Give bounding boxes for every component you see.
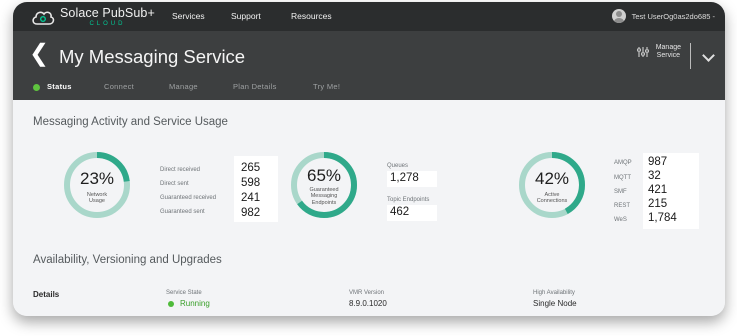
chevron-down-icon[interactable] xyxy=(702,49,715,62)
topic-endpoints-value: 462 xyxy=(390,206,410,218)
stat-label: MQTT xyxy=(614,175,631,181)
wes-value: 1,784 xyxy=(648,212,677,224)
chevron-left-icon[interactable]: ❮ xyxy=(29,42,49,66)
amqp-value: 987 xyxy=(648,156,668,168)
stat-label: AMQP xyxy=(614,160,632,166)
connections-label: Active Connections xyxy=(517,192,587,205)
vmr-version-value: 8.9.0.1020 xyxy=(349,299,387,308)
queues-value: 1,278 xyxy=(390,172,419,184)
status-content: Messaging Activity and Service Usage 23%… xyxy=(13,100,725,316)
mqtt-value: 32 xyxy=(648,170,661,182)
topic-endpoints-label: Topic Endpoints xyxy=(387,197,430,203)
manage-service-label: Manage Service xyxy=(656,44,681,60)
tab-status[interactable]: Status xyxy=(47,82,72,91)
connections-percent: 42% xyxy=(534,169,570,188)
brand-name: Solace PubSub+ xyxy=(60,6,155,21)
guaranteed-received-value: 241 xyxy=(241,192,261,204)
endpoints-label: Guaranteed Messaging Endpoints xyxy=(289,187,359,206)
tab-manage[interactable]: Manage xyxy=(169,82,198,91)
app-window: Solace PubSub+ CLOUD Services Support Re… xyxy=(13,2,725,316)
service-header: ❮ My Messaging Service Manage Service St… xyxy=(13,31,725,100)
status-dot-icon xyxy=(33,84,40,91)
rest-value: 215 xyxy=(648,198,668,210)
manage-label-line-1: Manage xyxy=(655,44,681,51)
endpoints-label-line-3: Endpoints xyxy=(311,199,337,206)
user-name: Test UserOg0as2do685 - xyxy=(631,11,715,21)
high-availability-value: Single Node xyxy=(533,299,577,308)
network-usage-percent: 23% xyxy=(79,169,115,188)
service-tabs: Status Connect Manage Plan Details Try M… xyxy=(13,75,725,100)
brand-sub: CLOUD xyxy=(89,20,126,27)
tab-connect[interactable]: Connect xyxy=(104,82,134,91)
nav-resources[interactable]: Resources xyxy=(291,11,332,21)
endpoints-percent: 65% xyxy=(306,166,342,185)
stat-label: WeS xyxy=(614,217,627,223)
network-usage-gauge: 23% Network Usage xyxy=(62,150,132,220)
tab-plan-details[interactable]: Plan Details xyxy=(233,82,277,91)
connections-gauge: 42% Active Connections xyxy=(517,150,587,220)
smf-value: 421 xyxy=(648,184,668,196)
activity-section-title: Messaging Activity and Service Usage xyxy=(33,116,228,128)
manage-service-button[interactable]: Manage Service xyxy=(636,44,681,60)
service-state-label: Service State xyxy=(166,290,202,296)
connections-label-line-2: Connections xyxy=(536,198,568,205)
stat-label: Guaranteed sent xyxy=(160,209,205,215)
queues-label: Queues xyxy=(387,163,409,169)
endpoints-gauge: 65% Guaranteed Messaging Endpoints xyxy=(289,150,359,220)
availability-section-title: Availability, Versioning and Upgrades xyxy=(33,254,222,266)
manage-label-line-2: Service xyxy=(656,52,681,60)
high-availability-label: High Availability xyxy=(533,290,575,296)
top-navigation-bar: Solace PubSub+ CLOUD Services Support Re… xyxy=(13,2,725,31)
running-status-icon xyxy=(168,301,174,307)
stat-label: SMF xyxy=(614,189,627,195)
sliders-icon xyxy=(636,47,649,58)
network-usage-label: Network Usage xyxy=(62,192,132,205)
details-heading: Details xyxy=(33,290,60,299)
nav-support[interactable]: Support xyxy=(231,11,261,21)
stat-label: Direct received xyxy=(160,167,201,173)
cloud-logo-icon xyxy=(32,11,55,25)
nav-services[interactable]: Services xyxy=(172,11,205,21)
user-menu[interactable]: Test UserOg0as2do685 - xyxy=(611,9,715,23)
page-title: My Messaging Service xyxy=(59,46,246,67)
stat-label: Direct sent xyxy=(160,181,189,187)
solace-logo[interactable]: Solace PubSub+ CLOUD xyxy=(31,6,155,28)
service-state-value: Running xyxy=(180,299,210,308)
direct-received-value: 265 xyxy=(241,162,261,174)
network-label-line-2: Usage xyxy=(89,198,105,205)
guaranteed-sent-value: 982 xyxy=(241,207,261,219)
stat-label: Guaranteed received xyxy=(160,195,217,201)
header-divider xyxy=(690,43,691,69)
tab-try-me[interactable]: Try Me! xyxy=(313,82,340,91)
vmr-version-label: VMR Version xyxy=(349,290,385,296)
direct-sent-value: 598 xyxy=(241,177,261,189)
avatar xyxy=(611,9,626,23)
stat-label: REST xyxy=(614,203,631,209)
